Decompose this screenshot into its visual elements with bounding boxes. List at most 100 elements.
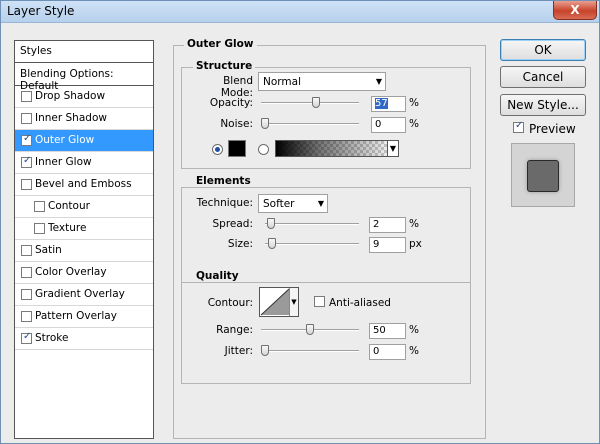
noise-slider[interactable] <box>261 123 359 125</box>
jitter-label: Jitter: <box>224 345 253 357</box>
size-input[interactable]: 9 <box>369 237 406 253</box>
style-item-checkbox[interactable] <box>34 201 45 212</box>
close-icon: X <box>570 3 580 17</box>
style-item[interactable]: Stroke <box>15 328 153 350</box>
technique-select[interactable]: Softer ▼ <box>258 194 328 213</box>
style-preview <box>511 143 575 207</box>
style-item[interactable]: Inner Shadow <box>15 108 153 130</box>
jitter-input[interactable]: 0 <box>369 344 406 360</box>
blending-options-item[interactable]: Blending Options: Default <box>15 64 153 92</box>
range-slider-thumb[interactable] <box>306 324 314 335</box>
style-item[interactable]: Satin <box>15 240 153 262</box>
range-unit: % <box>409 324 419 336</box>
style-item-checkbox[interactable] <box>21 179 32 190</box>
size-value: 9 <box>373 239 380 250</box>
style-item[interactable]: Gradient Overlay <box>15 284 153 306</box>
elements-title: Elements <box>193 175 254 187</box>
title-bar[interactable]: Layer Style X <box>1 1 599 23</box>
spread-input[interactable]: 2 <box>369 217 406 233</box>
spread-unit: % <box>409 218 419 230</box>
style-item-label: Bevel and Emboss <box>35 178 132 190</box>
style-item[interactable]: Color Overlay <box>15 262 153 284</box>
opacity-input[interactable]: 57 <box>371 96 406 112</box>
styles-list: Styles Blending Options: Default Drop Sh… <box>14 40 154 439</box>
preview-swatch <box>527 160 559 192</box>
style-item-checkbox[interactable] <box>21 91 32 102</box>
style-item[interactable]: Outer Glow <box>15 130 153 152</box>
noise-input[interactable]: 0 <box>371 117 406 133</box>
gradient-radio[interactable] <box>258 144 269 155</box>
style-item-checkbox[interactable] <box>21 289 32 300</box>
jitter-value: 0 <box>373 346 380 357</box>
chevron-down-icon: ▼ <box>375 77 382 86</box>
range-value: 50 <box>373 325 386 336</box>
style-item-label: Stroke <box>35 332 69 344</box>
spread-label: Spread: <box>212 218 253 230</box>
contour-curve-icon <box>260 288 290 316</box>
opacity-slider[interactable] <box>261 102 359 104</box>
style-item-checkbox[interactable] <box>21 113 32 124</box>
preview-label: Preview <box>529 122 576 136</box>
layer-style-dialog: Layer Style X Styles Blending Options: D… <box>0 0 600 444</box>
spread-slider[interactable] <box>265 223 359 225</box>
technique-label: Technique: <box>196 197 253 209</box>
noise-slider-thumb[interactable] <box>261 118 269 129</box>
opacity-slider-thumb[interactable] <box>312 97 321 108</box>
spread-slider-thumb[interactable] <box>266 218 275 229</box>
jitter-unit: % <box>409 345 419 357</box>
contour-label: Contour: <box>207 297 253 309</box>
chevron-down-icon: ▼ <box>289 288 298 316</box>
style-item-label: Inner Glow <box>35 156 92 168</box>
contour-picker[interactable]: ▼ <box>259 287 299 317</box>
style-item[interactable]: Inner Glow <box>15 152 153 174</box>
style-item-checkbox[interactable] <box>34 223 45 234</box>
opacity-value: 57 <box>375 98 388 109</box>
style-item-label: Texture <box>48 222 87 234</box>
size-unit: px <box>409 238 422 250</box>
glow-color-swatch[interactable] <box>228 140 246 157</box>
jitter-slider[interactable] <box>261 350 359 352</box>
style-item-checkbox[interactable] <box>21 267 32 278</box>
solid-color-radio[interactable] <box>212 144 223 155</box>
style-item-checkbox[interactable] <box>21 133 32 146</box>
outer-glow-title: Outer Glow <box>184 38 257 50</box>
style-item[interactable]: Contour <box>15 196 153 218</box>
style-item-checkbox[interactable] <box>21 155 32 168</box>
style-item[interactable]: Drop Shadow <box>15 86 153 108</box>
noise-value: 0 <box>375 119 382 130</box>
style-item-label: Contour <box>48 200 90 212</box>
style-item-label: Inner Shadow <box>35 112 107 124</box>
blend-mode-label: Blend Mode: <box>220 75 253 99</box>
quality-title: Quality <box>193 270 242 282</box>
close-button[interactable]: X <box>553 1 597 20</box>
style-item-checkbox[interactable] <box>21 311 32 322</box>
jitter-slider-thumb[interactable] <box>261 345 269 356</box>
style-item[interactable]: Pattern Overlay <box>15 306 153 328</box>
new-style-button[interactable]: New Style... <box>500 94 586 116</box>
style-item-label: Pattern Overlay <box>35 310 117 322</box>
structure-title: Structure <box>193 60 256 72</box>
anti-aliased-label: Anti-aliased <box>329 297 391 309</box>
chevron-down-icon: ▼ <box>317 199 324 208</box>
style-item[interactable]: Texture <box>15 218 153 240</box>
spread-value: 2 <box>373 219 380 230</box>
ok-button[interactable]: OK <box>500 39 586 61</box>
size-slider-thumb[interactable] <box>268 238 277 249</box>
style-item-checkbox[interactable] <box>21 245 32 256</box>
style-item[interactable]: Bevel and Emboss <box>15 174 153 196</box>
size-slider[interactable] <box>265 243 359 245</box>
blend-mode-value: Normal <box>263 76 301 88</box>
opacity-unit: % <box>409 97 419 109</box>
range-label: Range: <box>216 324 253 336</box>
style-item-checkbox[interactable] <box>21 331 32 344</box>
glow-gradient-picker[interactable]: ▼ <box>275 140 399 157</box>
blend-mode-select[interactable]: Normal ▼ <box>258 72 386 91</box>
preview-checkbox[interactable] <box>513 120 524 133</box>
style-item-label: Satin <box>35 244 62 256</box>
cancel-button[interactable]: Cancel <box>500 66 586 88</box>
styles-header[interactable]: Styles <box>15 41 153 63</box>
chevron-down-icon: ▼ <box>387 141 398 156</box>
style-item-label: Drop Shadow <box>35 90 106 102</box>
range-input[interactable]: 50 <box>369 323 406 339</box>
anti-aliased-checkbox[interactable] <box>314 296 325 307</box>
